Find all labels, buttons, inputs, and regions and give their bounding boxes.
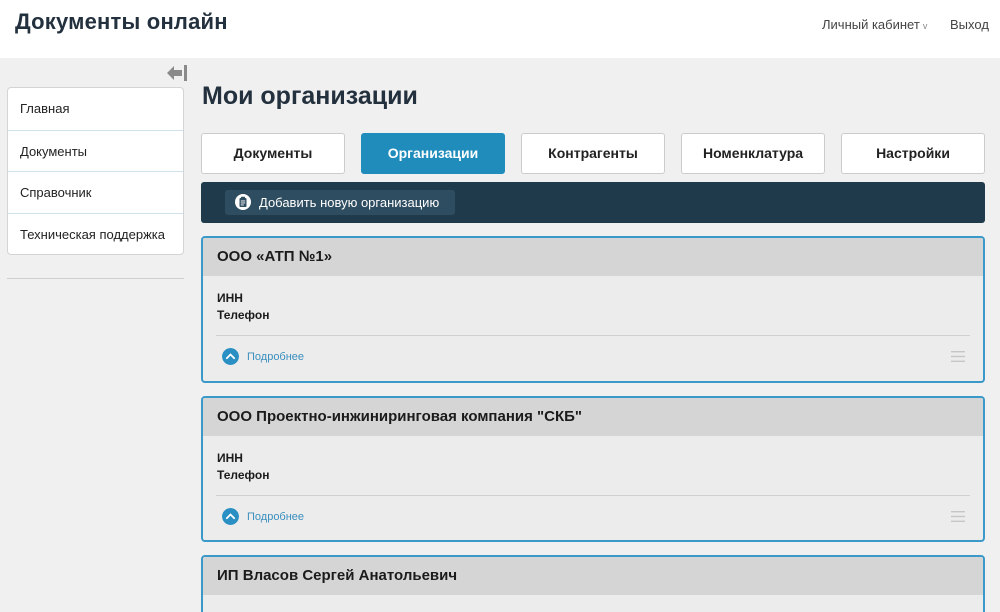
phone-label: Телефон <box>217 467 270 482</box>
organization-name[interactable]: ИП Власов Сергей Анатольевич <box>203 557 983 595</box>
tab-settings[interactable]: Настройки <box>841 133 985 174</box>
sidebar-divider <box>7 278 184 279</box>
add-organization-label: Добавить новую организацию <box>259 195 440 210</box>
drag-handle-icon[interactable] <box>951 510 965 523</box>
sidebar-item-home[interactable]: Главная <box>8 88 183 130</box>
sidebar-item-documents[interactable]: Документы <box>8 129 183 172</box>
top-header: Документы онлайн Личный кабинет v Выход <box>0 0 1000 58</box>
organization-details: ИНН Телефон <box>203 276 983 323</box>
sidebar-menu: Главная Документы Справочник Техническая… <box>7 87 184 255</box>
tab-documents[interactable]: Документы <box>201 133 345 174</box>
inn-label: ИНН <box>217 451 243 465</box>
sidebar-item-reference[interactable]: Справочник <box>8 171 183 213</box>
logout-link[interactable]: Выход <box>950 17 989 32</box>
organization-details: ИНН Телефон <box>203 436 983 483</box>
toolbar: Добавить новую организацию <box>201 182 985 223</box>
phone-label: Телефон <box>217 307 270 322</box>
details-toggle[interactable]: Подробнее <box>222 508 304 526</box>
organization-name[interactable]: ООО «АТП №1» <box>203 238 983 276</box>
app-title[interactable]: Документы онлайн <box>15 9 228 35</box>
page-title: Мои организации <box>202 82 418 110</box>
collapse-left-icon[interactable] <box>166 64 188 82</box>
inn-label: ИНН <box>217 291 243 305</box>
organization-card: ООО «АТП №1» ИНН Телефон Подробнее <box>201 236 985 383</box>
organization-card: ИП Власов Сергей Анатольевич <box>201 555 985 612</box>
chevron-up-icon <box>222 348 239 365</box>
tab-counterparties[interactable]: Контрагенты <box>521 133 665 174</box>
details-label: Подробнее <box>247 511 305 523</box>
sidebar-item-support[interactable]: Техническая поддержка <box>8 212 183 255</box>
account-menu[interactable]: Личный кабинет v <box>822 17 927 32</box>
organization-name[interactable]: ООО Проектно-инжиниринговая компания "СК… <box>203 398 983 436</box>
details-toggle[interactable]: Подробнее <box>222 348 304 366</box>
account-label: Личный кабинет <box>822 17 920 32</box>
add-organization-button[interactable]: Добавить новую организацию <box>225 190 456 215</box>
main-content: Мои организации Документы Организации Ко… <box>192 58 1000 612</box>
card-footer: Подробнее <box>203 336 983 381</box>
tab-organizations[interactable]: Организации <box>361 133 505 174</box>
organization-card: ООО Проектно-инжиниринговая компания "СК… <box>201 396 985 542</box>
tab-nomenclature[interactable]: Номенклатура <box>681 133 825 174</box>
drag-handle-icon[interactable] <box>951 350 965 363</box>
card-footer: Подробнее <box>203 496 983 540</box>
chevron-down-icon: v <box>922 21 928 31</box>
chevron-up-icon <box>222 508 239 525</box>
sidebar: Главная Документы Справочник Техническая… <box>0 58 192 612</box>
details-label: Подробнее <box>247 351 305 363</box>
clipboard-icon <box>235 194 251 210</box>
